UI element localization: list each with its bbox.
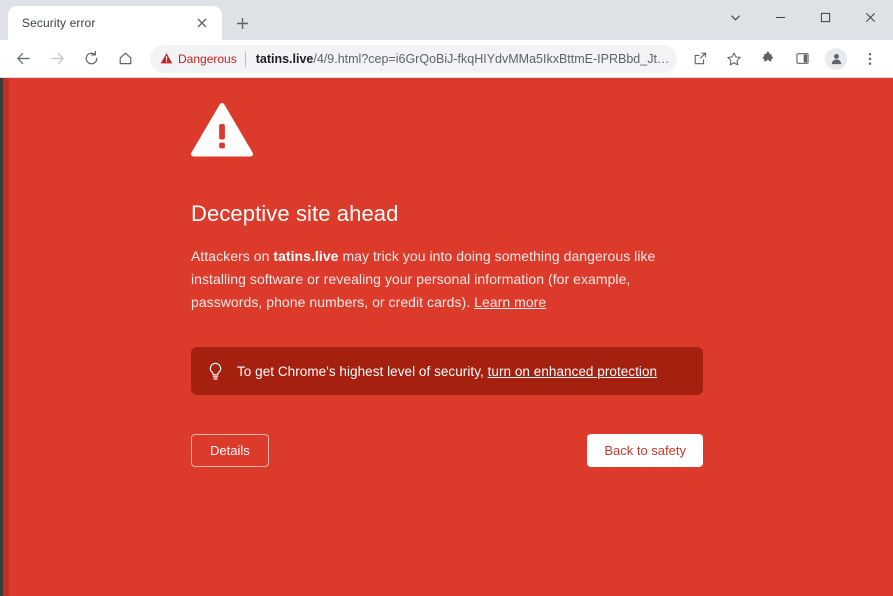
callout-lead: To get Chrome's highest level of securit… (237, 363, 488, 379)
interstitial-button-row: Details Back to safety (191, 434, 703, 467)
omnibox-divider (244, 50, 246, 67)
warning-triangle-icon (160, 53, 173, 64)
back-to-safety-button[interactable]: Back to safety (587, 434, 703, 467)
browser-window: Security error Dangerous tatins.live/4/9… (0, 0, 893, 596)
omnibox-url-text: tatins.live/4/9.html?cep=i6GrQoBiJ-fkqHI… (256, 52, 671, 66)
page-content-safe-browsing-interstitial: Deceptive site ahead Attackers on tatins… (0, 78, 893, 596)
close-window-button[interactable] (848, 0, 893, 34)
tab-title: Security error (22, 16, 96, 30)
lightbulb-icon (209, 362, 222, 380)
home-button[interactable] (111, 45, 139, 73)
tab-close-button[interactable] (192, 13, 212, 33)
omnibox-url-host: tatins.live (255, 51, 314, 66)
reload-button[interactable] (77, 45, 105, 73)
window-controls (713, 0, 893, 34)
turn-on-enhanced-protection-link[interactable]: turn on enhanced protection (488, 364, 657, 379)
window-edge-gutter (0, 78, 9, 596)
tab-strip: Security error (0, 0, 893, 40)
omnibox-url-path: /4/9.html?cep=i6GrQoBiJ-fkqHIYdvMMa5IkxB… (313, 51, 671, 66)
browser-toolbar: Dangerous tatins.live/4/9.html?cep=i6GrQ… (0, 40, 893, 78)
interstitial-container: Deceptive site ahead Attackers on tatins… (191, 103, 703, 467)
maximize-button[interactable] (803, 0, 848, 34)
extensions-button[interactable] (754, 45, 782, 73)
security-status-chip[interactable]: Dangerous (160, 52, 245, 66)
browser-tab[interactable]: Security error (8, 6, 222, 40)
share-button[interactable] (686, 45, 714, 73)
interstitial-body-text: Attackers on tatins.live may trick you i… (191, 245, 703, 314)
chrome-menu-button[interactable] (856, 45, 884, 73)
bookmark-button[interactable] (720, 45, 748, 73)
side-panel-button[interactable] (788, 45, 816, 73)
callout-text: To get Chrome's highest level of securit… (237, 364, 657, 379)
body-lead: Attackers on (191, 248, 274, 264)
back-button[interactable] (9, 45, 37, 73)
new-tab-button[interactable] (228, 9, 256, 37)
details-button[interactable]: Details (191, 434, 269, 467)
body-site-name: tatins.live (273, 248, 339, 264)
address-bar[interactable]: Dangerous tatins.live/4/9.html?cep=i6GrQ… (150, 44, 677, 73)
minimize-button[interactable] (758, 0, 803, 34)
tab-search-button[interactable] (713, 0, 758, 34)
forward-button[interactable] (43, 45, 71, 73)
warning-triangle-icon (191, 103, 703, 163)
page-title: Deceptive site ahead (191, 201, 399, 226)
avatar (825, 47, 847, 70)
learn-more-link[interactable]: Learn more (474, 294, 546, 310)
profile-button[interactable] (822, 45, 850, 73)
enhanced-protection-callout: To get Chrome's highest level of securit… (191, 347, 703, 395)
security-status-label: Dangerous (178, 51, 237, 66)
